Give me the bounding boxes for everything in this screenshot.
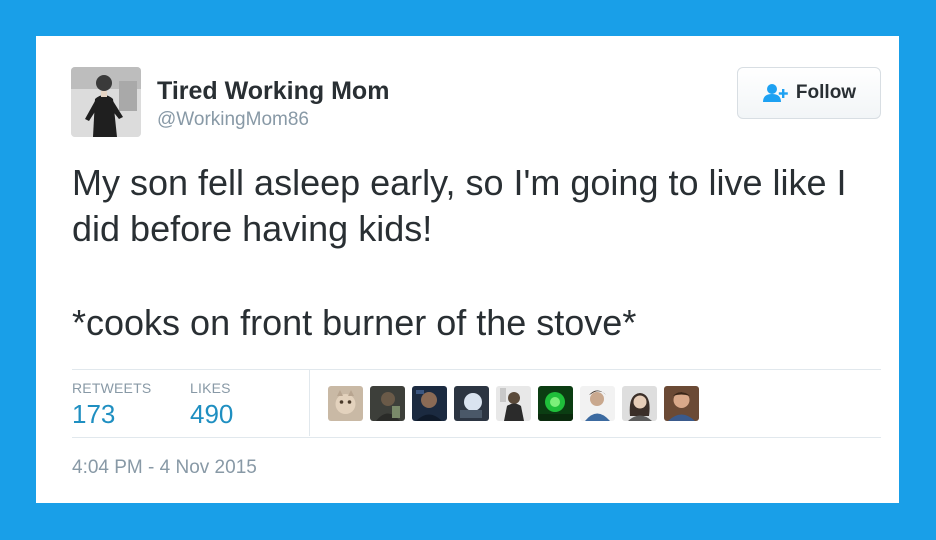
liker-avatar[interactable] [370, 386, 405, 421]
liker-avatar[interactable] [664, 386, 699, 421]
author-avatar[interactable] [71, 67, 141, 137]
tweet-text: My son fell asleep early, so I'm going t… [72, 160, 877, 346]
stats-top-divider [72, 369, 881, 370]
follow-button[interactable]: Follow [737, 67, 881, 119]
follow-label: Follow [795, 82, 857, 103]
author-handle[interactable]: @WorkingMom86 [157, 109, 309, 131]
retweets-count[interactable]: 173 [72, 399, 115, 430]
tweet-card: Tired Working Mom @WorkingMom86 Follow M… [36, 36, 899, 503]
liker-avatar[interactable] [538, 386, 573, 421]
add-user-icon [762, 83, 790, 103]
tweet-timestamp[interactable]: 4:04 PM - 4 Nov 2015 [72, 457, 257, 479]
stats-bottom-divider [72, 437, 881, 438]
tweet-text-line: My son fell asleep early, so I'm going t… [72, 162, 847, 249]
author-name[interactable]: Tired Working Mom [157, 77, 389, 106]
liker-avatar[interactable] [454, 386, 489, 421]
liker-avatar[interactable] [580, 386, 615, 421]
likes-count[interactable]: 490 [190, 399, 233, 430]
tweet-text-line: *cooks on front burner of the stove* [72, 302, 637, 343]
liker-avatar[interactable] [328, 386, 363, 421]
likes-label[interactable]: LIKES [190, 380, 231, 396]
retweets-label[interactable]: RETWEETS [72, 380, 151, 396]
liker-avatar[interactable] [622, 386, 657, 421]
liker-avatar[interactable] [496, 386, 531, 421]
liker-avatars [328, 386, 699, 421]
stats-separator [309, 370, 310, 436]
liker-avatar[interactable] [412, 386, 447, 421]
